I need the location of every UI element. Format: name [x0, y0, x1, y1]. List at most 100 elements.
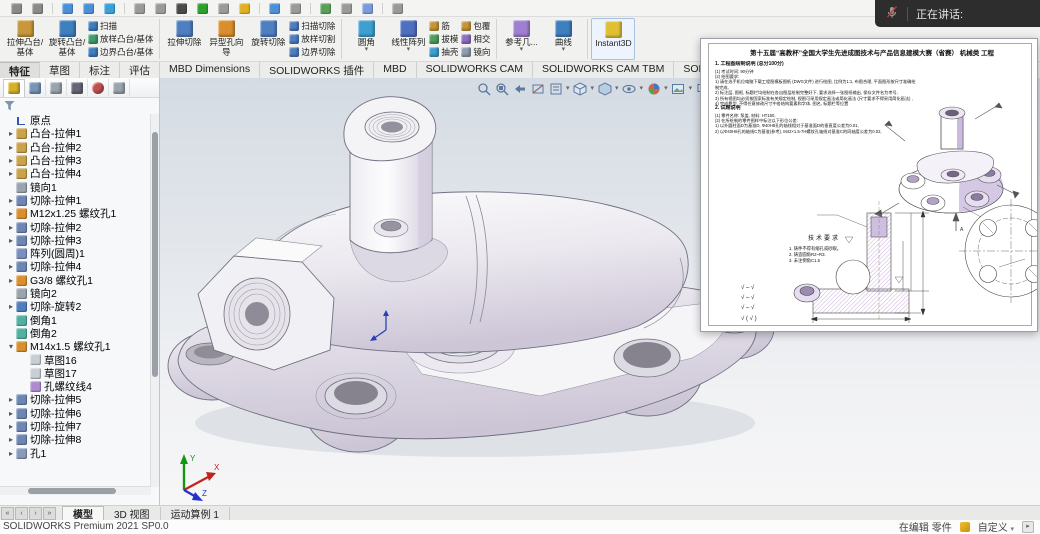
expand-arrow-icon[interactable]: ▾ — [6, 342, 16, 351]
globe-icon[interactable] — [104, 3, 115, 14]
panel-tab-configurationmanager[interactable] — [46, 79, 67, 96]
tree-item[interactable]: 镜向1 — [0, 180, 151, 193]
sheet-nav-button[interactable]: » — [43, 507, 56, 520]
display-style-icon[interactable] — [597, 81, 612, 96]
ribbon-button-extrude-cut[interactable]: 拉伸切除 — [163, 18, 205, 60]
dropdown-caret-icon[interactable]: ▾ — [689, 87, 693, 91]
ribbon-button-shell[interactable]: 抽壳 — [429, 46, 461, 59]
ribbon-button-intersect[interactable]: 相交 — [461, 33, 493, 46]
list-icon[interactable] — [290, 3, 301, 14]
tree-item[interactable]: ▸切除-拉伸5 — [0, 393, 151, 406]
apply-scene-icon[interactable] — [671, 81, 686, 96]
expand-arrow-icon[interactable]: ▸ — [6, 169, 16, 178]
cube-icon[interactable] — [176, 3, 187, 14]
ribbon-button-linear-pattern[interactable]: 线性阵列▾ — [387, 18, 429, 60]
task-pane-icon[interactable]: ▸ — [1022, 521, 1034, 533]
dropdown-caret-icon[interactable]: ▾ — [615, 87, 619, 91]
tree-item[interactable]: ▾M14x1.5 螺纹孔1 — [0, 340, 151, 353]
ruler-icon[interactable] — [32, 3, 43, 14]
doc-tab-模型[interactable]: 模型 — [62, 506, 104, 520]
ribbon-button-boundary-cut[interactable]: 边界切除 — [289, 46, 338, 59]
expand-arrow-icon[interactable]: ▸ — [6, 143, 16, 152]
record-icon[interactable] — [197, 3, 208, 14]
panel-tab-displaymanager[interactable] — [88, 79, 109, 96]
doc-tab-运动算例 1[interactable]: 运动算例 1 — [161, 507, 230, 520]
window-icon[interactable] — [392, 3, 403, 14]
dropdown-caret-icon[interactable]: ▾ — [591, 87, 595, 91]
expand-arrow-icon[interactable]: ▸ — [6, 262, 16, 271]
hide-show-items-icon[interactable] — [622, 81, 637, 96]
ribbon-button-instant3d[interactable]: Instant3D — [591, 18, 635, 60]
bulb-icon[interactable] — [239, 3, 250, 14]
tree-vertical-scrollbar[interactable] — [150, 114, 159, 487]
sheet-nav-button[interactable]: ‹ — [15, 507, 28, 520]
link-icon[interactable] — [341, 3, 352, 14]
dynamic-annotation-icon[interactable] — [548, 81, 563, 96]
expand-arrow-icon[interactable]: ▸ — [6, 395, 16, 404]
tree-item[interactable]: 镜向2 — [0, 287, 151, 300]
tree-item[interactable]: 孔螺纹线4 — [0, 380, 151, 393]
ribbon-button-extrude-boss[interactable]: 拉伸凸台/基体 — [4, 18, 46, 60]
panel-tab-propertymanager[interactable] — [25, 79, 46, 96]
tab-草图[interactable]: 草图 — [40, 62, 80, 78]
sheet-nav-button[interactable]: « — [1, 507, 14, 520]
tab-标注[interactable]: 标注 — [80, 62, 120, 78]
ribbon-button-hole-wizard[interactable]: 异型孔向导 — [205, 18, 247, 60]
tree-item[interactable]: ▸凸台-拉伸3 — [0, 154, 151, 167]
tab-SOLIDWORKS CAM[interactable]: SOLIDWORKS CAM — [417, 62, 533, 78]
tab-特征[interactable]: 特征 — [0, 62, 40, 78]
ribbon-button-draft[interactable]: 拔模 — [429, 33, 461, 46]
expand-arrow-icon[interactable]: ▸ — [6, 236, 16, 245]
section-view-icon[interactable] — [530, 81, 545, 96]
tree-item[interactable]: 草图16 — [0, 353, 151, 366]
expand-arrow-icon[interactable]: ▸ — [6, 302, 16, 311]
expand-arrow-icon[interactable]: ▸ — [6, 156, 16, 165]
tree-item[interactable]: ▸切除-拉伸6 — [0, 407, 151, 420]
tree-item[interactable]: ▸M12x1.25 螺纹孔1 — [0, 207, 151, 220]
filter-funnel-icon[interactable] — [4, 101, 15, 111]
tree-item[interactable]: 倒角1 — [0, 313, 151, 326]
panel-tab-featuremanager[interactable] — [3, 79, 25, 97]
tree-item[interactable]: ▸切除-拉伸1 — [0, 194, 151, 207]
tab-MBD[interactable]: MBD — [374, 62, 416, 78]
panel-tab-more[interactable] — [109, 79, 130, 96]
tab-SOLIDWORKS 插件[interactable]: SOLIDWORKS 插件 — [260, 62, 374, 78]
tab-MBD Dimensions[interactable]: MBD Dimensions — [160, 62, 260, 78]
gear-icon[interactable] — [134, 3, 145, 14]
tree-item[interactable]: 草图17 — [0, 367, 151, 380]
image-icon[interactable] — [320, 3, 331, 14]
tree-item[interactable]: ▸凸台-拉伸1 — [0, 127, 151, 140]
tree-horizontal-scrollbar[interactable] — [0, 486, 151, 495]
tree-item[interactable]: ▸G3/8 螺纹孔1 — [0, 274, 151, 287]
ribbon-button-wrap[interactable]: 包覆 — [461, 20, 493, 33]
chart-icon[interactable] — [83, 3, 94, 14]
ribbon-button-curves[interactable]: 曲线▾ — [542, 18, 584, 60]
mail-icon[interactable] — [218, 3, 229, 14]
zoom-area-icon[interactable] — [494, 81, 509, 96]
view-orientation-icon[interactable] — [573, 81, 588, 96]
tree-item[interactable]: 倒角2 — [0, 327, 151, 340]
expand-arrow-icon[interactable]: ▸ — [6, 276, 16, 285]
tab-SOLIDWORKS CAM TBM[interactable]: SOLIDWORKS CAM TBM — [533, 62, 674, 78]
dropdown-caret-icon[interactable]: ▾ — [640, 87, 644, 91]
expand-arrow-icon[interactable]: ▸ — [6, 422, 16, 431]
ribbon-button-revolve-boss[interactable]: 旋转凸台/基体 — [46, 18, 88, 60]
exam-drawing-document[interactable]: 第十五届“高教杯”全国大学生先进成图技术与产品信息建模大赛（省赛） 机械类 工程… — [700, 38, 1038, 332]
expand-arrow-icon[interactable]: ▸ — [6, 409, 16, 418]
tree-item[interactable]: 原点 — [0, 114, 151, 127]
doc-tab-3D 视图[interactable]: 3D 视图 — [104, 507, 161, 520]
tree-item[interactable]: ▸切除-拉伸4 — [0, 260, 151, 273]
tree-item[interactable]: ▸切除-旋转2 — [0, 300, 151, 313]
expand-arrow-icon[interactable]: ▸ — [6, 435, 16, 444]
expand-arrow-icon[interactable]: ▸ — [6, 209, 16, 218]
tab-评估[interactable]: 评估 — [120, 62, 160, 78]
ribbon-button-sweep[interactable]: 扫描 — [88, 20, 156, 33]
ribbon-button-sweep-cut[interactable]: 扫描切除 — [289, 20, 338, 33]
disc-icon[interactable] — [155, 3, 166, 14]
ribbon-button-boundary[interactable]: 边界凸台/基体 — [88, 46, 156, 59]
tree-item[interactable]: ▸凸台-拉伸2 — [0, 141, 151, 154]
previous-view-icon[interactable] — [512, 81, 527, 96]
tree-item[interactable]: ▸凸台-拉伸4 — [0, 167, 151, 180]
ribbon-button-loft-cut[interactable]: 放样切割 — [289, 33, 338, 46]
ribbon-button-rib[interactable]: 筋 — [429, 20, 461, 33]
